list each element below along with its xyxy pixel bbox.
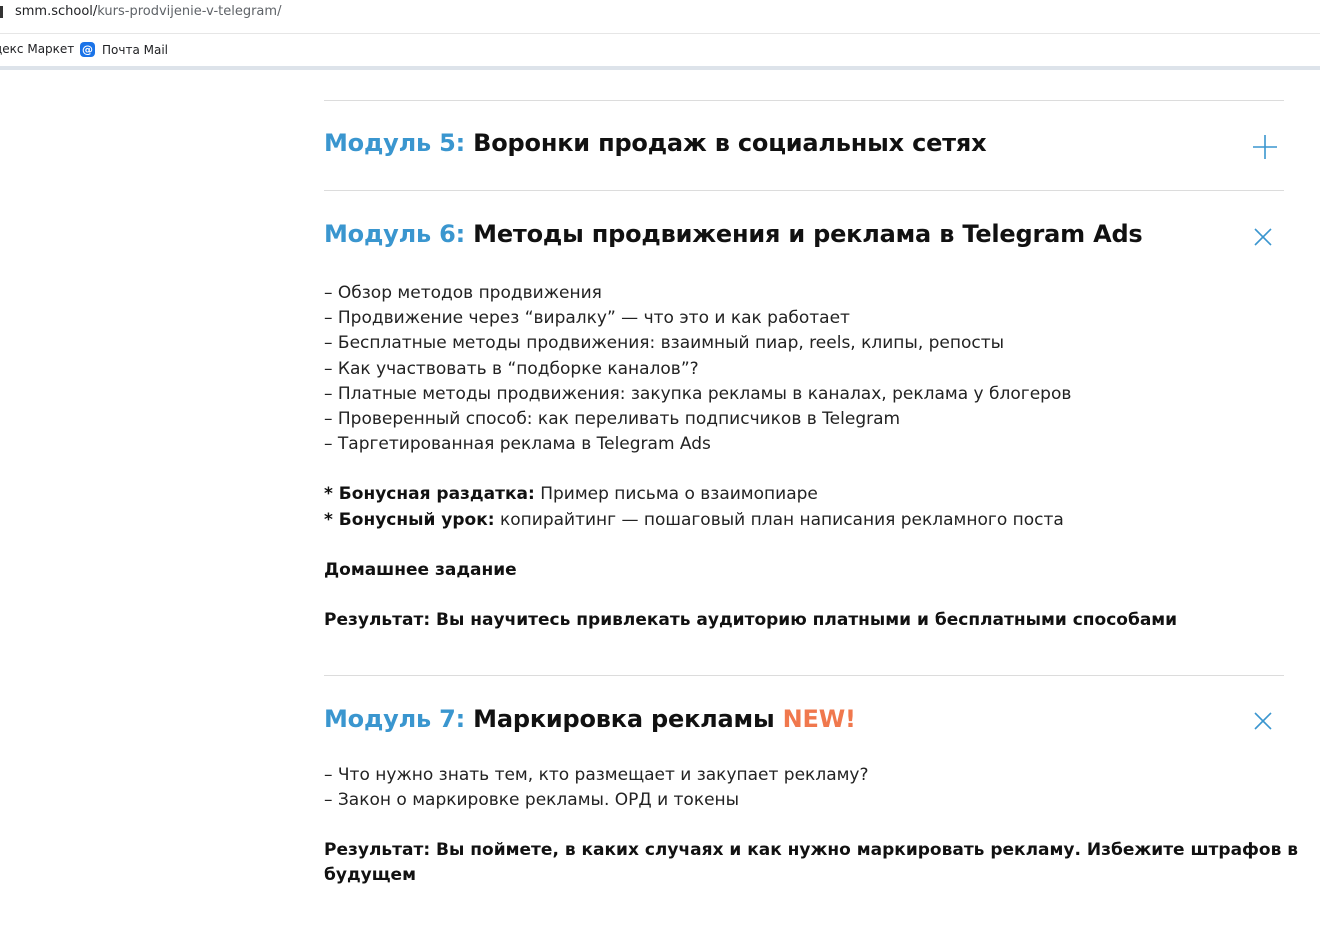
address-bar[interactable]: smm.school/kurs-prodvijenie-v-telegram/ [0,0,1320,34]
close-icon[interactable] [1252,226,1276,250]
bookmark-yandex-market[interactable]: декс Маркет [0,42,74,56]
module-lessons: – Что нужно знать тем, кто размещает и з… [324,763,1299,888]
bookmark-label: декс Маркет [0,42,75,56]
lesson-item: – Как участвовать в “подборке каналов”? [324,358,699,379]
at-icon: @ [80,42,95,57]
module-result-continued: будущем [324,865,416,886]
lock-icon[interactable] [0,6,3,18]
module-title[interactable]: Модуль 6: Методы продвижения и реклама в… [324,220,1143,248]
module-number: Модуль 6: [324,220,466,248]
bonus-label: * Бонусный урок: [324,509,495,530]
module-7: Модуль 7: Маркировка рекламы NEW! – Что … [324,676,1299,888]
lesson-item: – Обзор методов продвижения [324,283,602,303]
module-number: Модуль 5: [324,129,466,157]
bookmark-mail[interactable]: @ Почта Mail [80,42,168,57]
course-program: Модуль 5: Воронки продаж в социальных се… [324,70,1299,888]
module-6: Модуль 6: Методы продвижения и реклама в… [324,191,1284,675]
bonus-item: * Бонусный урок: копирайтинг — пошаговый… [324,508,1284,533]
lesson-item: – Закон о маркировке рекламы. ОРД и токе… [324,790,740,811]
bonus-text: копирайтинг — пошаговый план написания р… [494,509,1064,530]
url-host: smm.school/ [15,4,98,19]
lesson-item: – Платные методы продвижения: закупка ре… [324,383,1072,404]
module-name: Маркировка рекламы [473,705,775,734]
lesson-item: – Проверенный способ: как переливать под… [324,409,901,430]
module-result: Результат: Вы поймете, в каких случаях и… [324,840,1299,861]
lesson-item: – Продвижение через “виралку” — что это … [324,308,850,329]
module-title[interactable]: Модуль 5: Воронки продаж в социальных се… [324,129,987,157]
new-badge: NEW! [782,705,856,734]
module-name: Воронки продаж в социальных сетях [473,129,987,157]
bonus-item: * Бонусная раздатка: Пример письма о вза… [324,482,1284,507]
module-header[interactable]: Модуль 5: Воронки продаж в социальных се… [324,101,1284,190]
bonus-label: * Бонусная раздатка: [324,484,535,505]
url-path: kurs-prodvijenie-v-telegram/ [97,4,282,19]
module-header[interactable]: Модуль 6: Методы продвижения и реклама в… [324,191,1284,281]
bonus-text: Пример письма о взаимопиаре [534,484,818,505]
lesson-item: – Что нужно знать тем, кто размещает и з… [324,765,869,786]
lesson-item: – Бесплатные методы продвижения: взаимны… [324,333,1005,354]
module-header[interactable]: Модуль 7: Маркировка рекламы NEW! [324,676,1284,763]
homework-label: Домашнее задание [324,559,517,580]
module-title[interactable]: Модуль 7: Маркировка рекламы NEW! [324,705,856,733]
close-icon[interactable] [1252,710,1276,734]
bookmark-label: Почта Mail [102,42,168,57]
plus-icon[interactable] [1252,134,1277,159]
module-5: Модуль 5: Воронки продаж в социальных се… [324,101,1284,190]
lesson-item: – Таргетированная реклама в Telegram Ads [324,434,711,455]
module-number: Модуль 7: [324,705,466,734]
module-lessons: – Обзор методов продвижения – Продвижени… [324,281,1284,633]
module-name: Методы продвижения и реклама в Telegram … [473,220,1143,248]
url-text[interactable]: smm.school/kurs-prodvijenie-v-telegram/ [15,4,281,19]
module-result: Результат: Вы научитесь привлекать аудит… [324,610,1178,631]
bookmarks-bar: декс Маркет @ Почта Mail [0,34,1320,66]
